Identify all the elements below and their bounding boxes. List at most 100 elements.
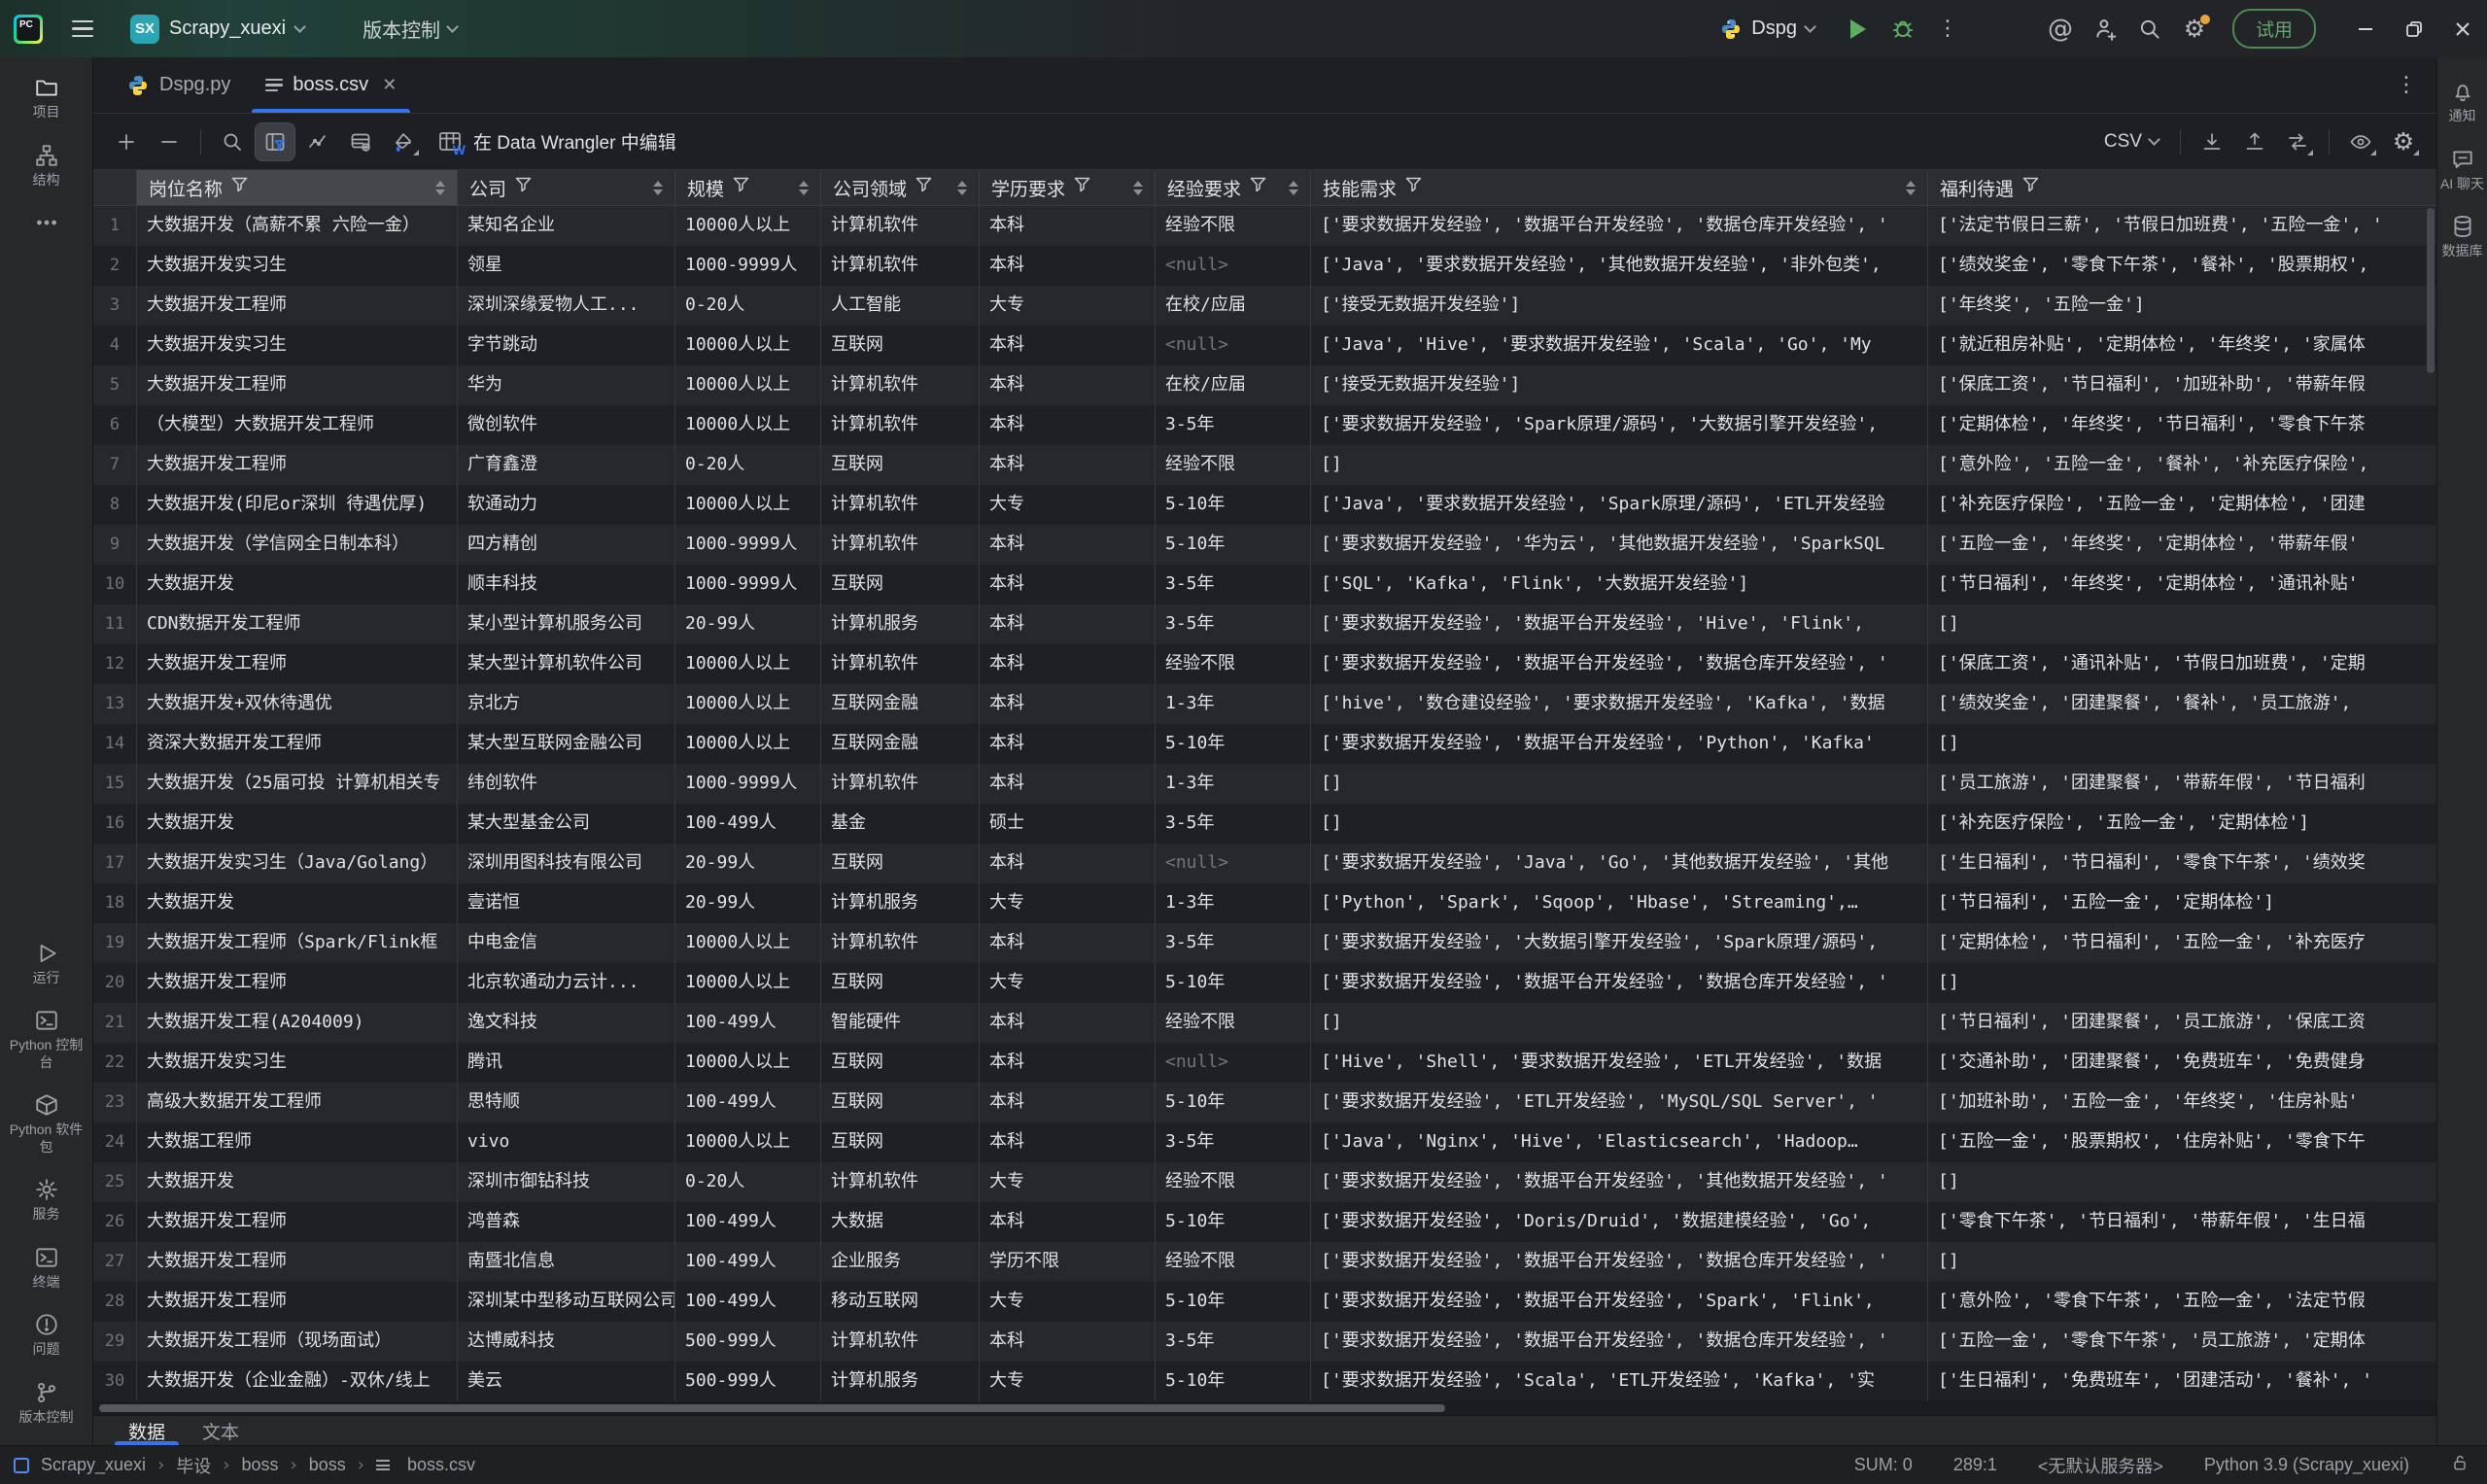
table-row[interactable]: 30 大数据开发（企业金融）-双休/线上 美云 500-999人 计算机服务 大… [93,1362,2436,1401]
cell-experience[interactable]: 在校/应届 [1156,365,1311,405]
cell-job[interactable]: 大数据开发工程师 [137,1202,458,1242]
cell-field[interactable]: 计算机软件 [821,923,980,963]
cell-field[interactable]: 互联网 [821,565,980,604]
cell-welfare[interactable]: ['节日福利', '五险一金', '定期体检'] [1928,883,2436,923]
remove-row-icon[interactable] [150,123,189,160]
column-header-size[interactable]: 规模 [675,170,821,205]
column-filter-icon[interactable] [256,123,294,160]
main-menu-icon[interactable] [68,17,97,42]
table-row[interactable]: 18 大数据开发 壹诺恒 20-99人 计算机服务 大专 1-3年 ['Pyth… [93,883,2436,923]
cell-education[interactable]: 本科 [980,365,1156,405]
cell-welfare[interactable]: ['保底工资', '节日福利', '加班补助', '带薪年假 [1928,365,2436,405]
cell-skills[interactable]: ['要求数据开发经验', 'Spark原理/源码', '大数据引擎开发经验', [1311,405,1928,445]
cell-welfare[interactable]: ['意外险', '五险一金', '餐补', '补充医疗保险', [1928,445,2436,485]
cell-education[interactable]: 本科 [980,764,1156,804]
cell-education[interactable]: 本科 [980,525,1156,565]
cell-size[interactable]: 100-499人 [675,1003,821,1043]
cell-job[interactable]: 大数据开发工程师 [137,1282,458,1322]
breadcrumb-item[interactable]: boss.csv [407,1455,475,1475]
cell-education[interactable]: 本科 [980,1202,1156,1242]
color-settings-icon[interactable] [384,123,423,160]
cell-skills[interactable]: ['要求数据开发经验', '数据平台开发经验', '其他数据开发经验', ' [1311,1162,1928,1202]
format-selector[interactable]: CSV [2094,131,2168,153]
database-view-icon[interactable] [341,123,380,160]
table-row[interactable]: 8 大数据开发(印尼or深圳 待遇优厚) 软通动力 10000人以上 计算机软件… [93,485,2436,525]
cell-skills[interactable]: ['Java', 'Hive', '要求数据开发经验', 'Scala', 'G… [1311,326,1928,365]
table-row[interactable]: 6 （大模型）大数据开发工程师 微创软件 10000人以上 计算机软件 本科 3… [93,405,2436,445]
table-row[interactable]: 15 大数据开发（25届可投 计算机相关专 纬创软件 1000-9999人 计算… [93,764,2436,804]
cell-job[interactable]: 大数据开发（企业金融）-双休/线上 [137,1362,458,1401]
cell-size[interactable]: 10000人以上 [675,923,821,963]
cell-job[interactable]: 大数据开发 [137,1162,458,1202]
row-number[interactable]: 14 [93,724,137,764]
table-row[interactable]: 26 大数据开发工程师 鸿普森 100-499人 大数据 本科 5-10年 ['… [93,1202,2436,1242]
filter-icon[interactable] [733,177,749,198]
column-header-skills[interactable]: 技能需求 [1311,170,1928,205]
cell-experience[interactable]: 1-3年 [1156,764,1311,804]
cell-skills[interactable]: ['要求数据开发经验', 'Java', 'Go', '其他数据开发经验', '… [1311,844,1928,883]
add-row-icon[interactable] [107,123,146,160]
vcs-widget[interactable]: 版本控制 [363,15,457,43]
restore-button[interactable] [2390,7,2438,52]
cell-welfare[interactable]: ['五险一金', '零食下午茶', '员工旅游', '定期体 [1928,1322,2436,1362]
cell-size[interactable]: 500-999人 [675,1362,821,1401]
sidebar-item-notifications[interactable]: 通知 [2438,71,2487,133]
cell-job[interactable]: 大数据开发实习生 [137,246,458,286]
cell-experience[interactable]: 经验不限 [1156,1003,1311,1043]
table-row[interactable]: 13 大数据开发+双休待遇优 京北方 10000人以上 互联网金融 本科 1-3… [93,684,2436,724]
cell-field[interactable]: 计算机服务 [821,883,980,923]
cell-skills[interactable]: ['要求数据开发经验', '数据平台开发经验', 'Spark', 'Flink… [1311,1282,1928,1322]
row-number[interactable]: 8 [93,485,137,525]
cell-experience[interactable]: 3-5年 [1156,604,1311,644]
cell-education[interactable]: 大专 [980,963,1156,1003]
cell-skills[interactable]: ['Java', '要求数据开发经验', 'Spark原理/源码', 'ETL开… [1311,485,1928,525]
cell-size[interactable]: 20-99人 [675,604,821,644]
horizontal-scrollbar[interactable] [93,1401,2436,1415]
sidebar-item-problems[interactable]: 问题 [2,1304,91,1366]
filter-icon[interactable] [1074,177,1090,198]
cell-welfare[interactable]: ['定期体检', '节日福利', '五险一金', '补充医疗 [1928,923,2436,963]
table-row[interactable]: 12 大数据开发工程师 某大型计算机软件公司 10000人以上 计算机软件 本科… [93,644,2436,684]
filter-icon[interactable] [231,177,248,198]
table-row[interactable]: 7 大数据开发工程师 广育鑫澄 0-20人 互联网 本科 经验不限 [] ['意… [93,445,2436,485]
cell-size[interactable]: 1000-9999人 [675,525,821,565]
cell-welfare[interactable]: ['定期体检', '年终奖', '节日福利', '零食下午茶 [1928,405,2436,445]
cell-company[interactable]: 某大型计算机软件公司 [458,644,675,684]
cell-job[interactable]: 大数据开发+双休待遇优 [137,684,458,724]
chart-view-icon[interactable] [298,123,337,160]
cell-skills[interactable]: ['要求数据开发经验', 'ETL开发经验', 'MySQL/SQL Serve… [1311,1083,1928,1122]
cell-company[interactable]: 某大型互联网金融公司 [458,724,675,764]
cell-size[interactable]: 20-99人 [675,844,821,883]
sidebar-item-terminal[interactable]: 终端 [2,1237,91,1299]
cell-field[interactable]: 大数据 [821,1202,980,1242]
row-number[interactable]: 7 [93,445,137,485]
cell-skills[interactable]: ['Hive', 'Shell', '要求数据开发经验', 'ETL开发经验',… [1311,1043,1928,1083]
cell-experience[interactable]: 3-5年 [1156,1322,1311,1362]
table-row[interactable]: 4 大数据开发实习生 字节跳动 10000人以上 互联网 本科 <null> [… [93,326,2436,365]
cell-education[interactable]: 硕士 [980,804,1156,844]
vertical-scrollbar[interactable] [2425,206,2436,1401]
cell-job[interactable]: 大数据开发工程师 [137,286,458,326]
table-row[interactable]: 24 大数据工程师 vivo 10000人以上 互联网 本科 3-5年 ['Ja… [93,1122,2436,1162]
row-number[interactable]: 4 [93,326,137,365]
cell-size[interactable]: 100-499人 [675,1242,821,1282]
cell-education[interactable]: 本科 [980,604,1156,644]
status-interpreter[interactable]: Python 3.9 (Scrapy_xuexi) [2204,1455,2409,1475]
row-number[interactable]: 16 [93,804,137,844]
cell-field[interactable]: 计算机软件 [821,365,980,405]
cell-skills[interactable]: ['要求数据开发经验', '数据平台开发经验', '数据仓库开发经验', ' [1311,1242,1928,1282]
cell-job[interactable]: 大数据开发（25届可投 计算机相关专 [137,764,458,804]
row-number[interactable]: 15 [93,764,137,804]
import-icon[interactable] [2193,123,2231,160]
filter-icon[interactable] [1405,177,1422,198]
sidebar-item-run[interactable]: 运行 [2,933,91,995]
sort-icon[interactable] [1133,181,1147,195]
cell-skills[interactable]: ['要求数据开发经验', 'Scala', 'ETL开发经验', 'Kafka'… [1311,1362,1928,1401]
cell-welfare[interactable]: ['补充医疗保险', '五险一金', '定期体检', '团建 [1928,485,2436,525]
cell-size[interactable]: 0-20人 [675,445,821,485]
cell-field[interactable]: 计算机服务 [821,1362,980,1401]
cell-welfare[interactable]: ['加班补助', '五险一金', '年终奖', '住房补贴' [1928,1083,2436,1122]
cell-size[interactable]: 1000-9999人 [675,764,821,804]
cell-field[interactable]: 计算机软件 [821,485,980,525]
cell-welfare[interactable]: ['零食下午茶', '节日福利', '带薪年假', '生日福 [1928,1202,2436,1242]
